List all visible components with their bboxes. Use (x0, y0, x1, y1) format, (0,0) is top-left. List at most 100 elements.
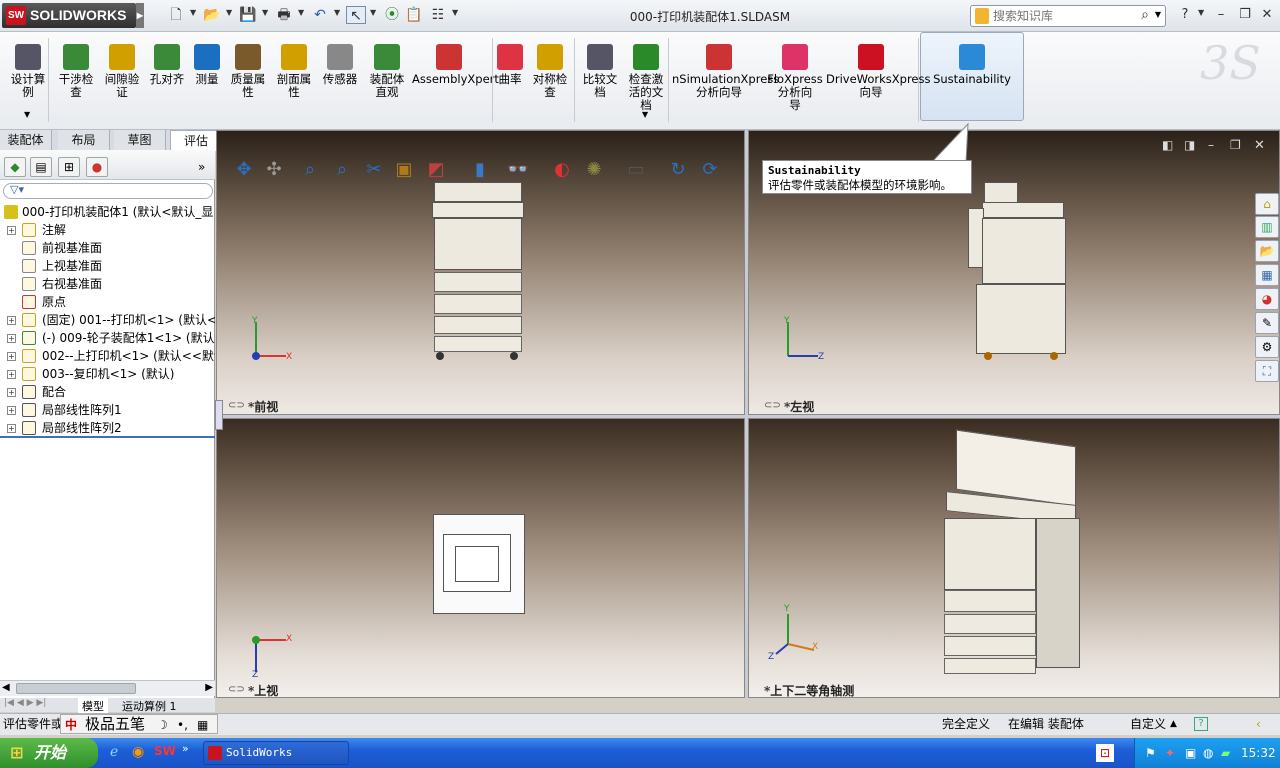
compare-documents-button[interactable]: 比较文 档 (578, 40, 622, 99)
tab-2[interactable]: 草图 (114, 130, 166, 150)
measure-button[interactable]: 测量 (190, 40, 224, 86)
units-dropdown-icon[interactable]: ▲ (1170, 714, 1177, 734)
curvature-button[interactable]: 曲率 (494, 40, 526, 86)
configuration-manager-tab-icon[interactable]: ⊞ (58, 157, 80, 177)
expand-icon[interactable]: + (7, 316, 16, 325)
sensor-button[interactable]: 传感器 (318, 40, 362, 86)
minimize-button[interactable]: – (1210, 6, 1232, 24)
viewport-restore-icon[interactable]: ❐ (1230, 138, 1241, 152)
property-manager-tab-icon[interactable]: ▤ (30, 157, 52, 177)
restore-button[interactable]: ❐ (1234, 6, 1256, 24)
expand-panel-icon[interactable]: » (198, 160, 205, 174)
display-style-icon[interactable]: ▮ (468, 158, 492, 182)
refresh-icon[interactable]: ⟳ (698, 158, 722, 182)
open-folder-icon[interactable]: 📂 (202, 6, 222, 24)
tree-item[interactable]: + (固定) 001--打印机<1> (默认< (0, 311, 215, 329)
rebuild-icon[interactable]: ↻ (666, 158, 690, 182)
rebuild-traffic-light-icon[interactable]: ⦿ (382, 6, 402, 24)
tree-item[interactable]: +002--上打印机<1> (默认<<默认1 (0, 347, 215, 365)
driveworksxpress-button[interactable]: DriveWorksXpress 向导 (826, 40, 930, 99)
taskbar-solidworks-item[interactable]: SolidWorks Premi... (203, 741, 349, 765)
symmetry-check-button[interactable]: 对称检 查 (528, 40, 572, 99)
open-dropdown-icon[interactable]: ▼ (226, 8, 232, 17)
tree-item[interactable]: + 局部线性阵列1 (0, 401, 215, 419)
interference-detection-button[interactable]: 干涉检 查 (54, 40, 98, 99)
tray-battery-icon[interactable]: ▰ (1221, 738, 1230, 768)
tree-item[interactable]: 上视基准面 (0, 257, 215, 275)
scroll-right-icon[interactable]: ▶ (205, 682, 213, 693)
close-button[interactable]: ✕ (1256, 6, 1278, 24)
viewport-close-icon[interactable]: ✕ (1254, 138, 1265, 153)
design-study-dropdown-icon[interactable]: ▼ (24, 110, 30, 119)
tab-3[interactable]: 评估 (170, 130, 222, 151)
tray-solidworks-icon[interactable]: ✦ (1165, 738, 1175, 768)
sustainability-pane-icon[interactable]: ⛶ (1255, 360, 1279, 382)
print-icon[interactable]: 🖶 (274, 6, 294, 24)
solidworks-quicklaunch-icon[interactable]: SW (154, 744, 176, 758)
expand-icon[interactable]: + (7, 370, 16, 379)
flyout-arrow-icon[interactable]: ▶ (136, 3, 144, 28)
design-study-button[interactable]: 设计算 例 (6, 40, 50, 99)
status-expand-icon[interactable]: ‹ (1256, 714, 1261, 734)
help-dropdown-icon[interactable]: ▼ (1198, 8, 1204, 17)
viewport-minimize-icon[interactable]: – (1208, 138, 1214, 152)
link-views-icon[interactable]: ⊂⊃ (228, 400, 245, 411)
ime-moon-icon[interactable]: ☽ (157, 715, 168, 735)
apply-scene-icon[interactable]: ✺ (582, 158, 606, 182)
undo-icon[interactable]: ↶ (310, 6, 330, 24)
horizontal-splitter[interactable] (216, 415, 1280, 418)
ime-punct-icon[interactable]: •, (177, 715, 188, 735)
tree-item[interactable]: 前视基准面 (0, 239, 215, 257)
search-icon[interactable]: ⌕ (1141, 7, 1149, 23)
help-status-icon[interactable]: ? (1194, 717, 1208, 731)
expand-icon[interactable]: + (7, 388, 16, 397)
view-palette-icon[interactable]: ▦ (1255, 264, 1279, 286)
zoom-to-area-icon[interactable]: ⌕ (330, 158, 354, 182)
panel-horizontal-scrollbar[interactable]: ◀ ▶ (0, 680, 215, 696)
check-doc-dropdown-icon[interactable]: ▼ (642, 110, 648, 119)
hide-show-items-icon[interactable]: 👓 (506, 158, 530, 182)
browser-icon[interactable]: ◉ (132, 744, 144, 760)
expand-icon[interactable]: + (7, 352, 16, 361)
vertical-splitter[interactable] (745, 130, 748, 698)
select-dropdown-icon[interactable]: ▼ (370, 8, 376, 17)
edit-appearance-icon[interactable]: ◐ (550, 158, 574, 182)
rotate-disabled-icon[interactable]: ✣ (262, 158, 286, 182)
solidworks-forum-icon[interactable]: ⚙ (1255, 336, 1279, 358)
tab-0[interactable]: 装配体 (0, 130, 52, 150)
tree-root-assembly[interactable]: 000-打印机装配体1 (默认<默认_显 (0, 203, 215, 221)
scroll-left-icon[interactable]: ◀ (2, 682, 10, 693)
zoom-to-fit-icon[interactable]: ⌕ (298, 158, 322, 182)
display-manager-tab-icon[interactable]: ● (86, 157, 108, 177)
design-library-icon[interactable]: ▥ (1255, 216, 1279, 238)
select-pointer-icon[interactable]: ↖ (346, 6, 366, 24)
panel-collapse-handle[interactable] (215, 400, 223, 430)
assembly-visualization-button[interactable]: 装配体 直观 (364, 40, 410, 99)
ime-keyboard-icon[interactable]: ▦ (197, 715, 208, 735)
sustainability-button[interactable]: Sustainability (920, 40, 1024, 86)
tab-model[interactable]: 模型 (78, 698, 108, 714)
save-icon[interactable]: 💾 (238, 6, 258, 24)
tray-network-icon[interactable]: ⚑ (1145, 738, 1156, 768)
link-views-icon[interactable]: ⊂⊃ (228, 684, 245, 695)
start-button[interactable]: ⊞ 开始 (0, 738, 98, 768)
clearance-verification-button[interactable]: 间隙验 证 (100, 40, 144, 99)
task-pane-home-icon[interactable]: ⌂ (1255, 193, 1279, 215)
quicklaunch-more-icon[interactable]: » (182, 742, 189, 755)
appearances-icon[interactable]: ◕ (1255, 288, 1279, 310)
solidworks-menu-button[interactable]: SW SOLIDWORKS ▶ (2, 3, 144, 28)
feature-tree-tab-icon[interactable]: ◆ (4, 157, 26, 177)
assemblyxpert-button[interactable]: AssemblyXpert (412, 40, 499, 86)
new-document-icon[interactable]: 🗋 (166, 6, 186, 24)
file-explorer-icon[interactable]: 📂 (1255, 240, 1279, 262)
internet-explorer-icon[interactable]: ℯ (110, 744, 118, 760)
expand-icon[interactable]: + (7, 424, 16, 433)
section-view-icon[interactable]: ▣ (392, 158, 416, 182)
view-settings-icon[interactable]: ▭ (624, 158, 648, 182)
knowledge-search-box[interactable]: ⌕ ▼ (970, 5, 1166, 27)
units-selector[interactable]: 自定义 (1130, 714, 1166, 734)
tray-monitor-icon[interactable]: ▣ (1185, 738, 1196, 768)
tab-1[interactable]: 布局 (58, 130, 110, 150)
previous-view-icon[interactable]: ✂ (362, 158, 386, 182)
expand-icon[interactable]: + (7, 334, 16, 343)
